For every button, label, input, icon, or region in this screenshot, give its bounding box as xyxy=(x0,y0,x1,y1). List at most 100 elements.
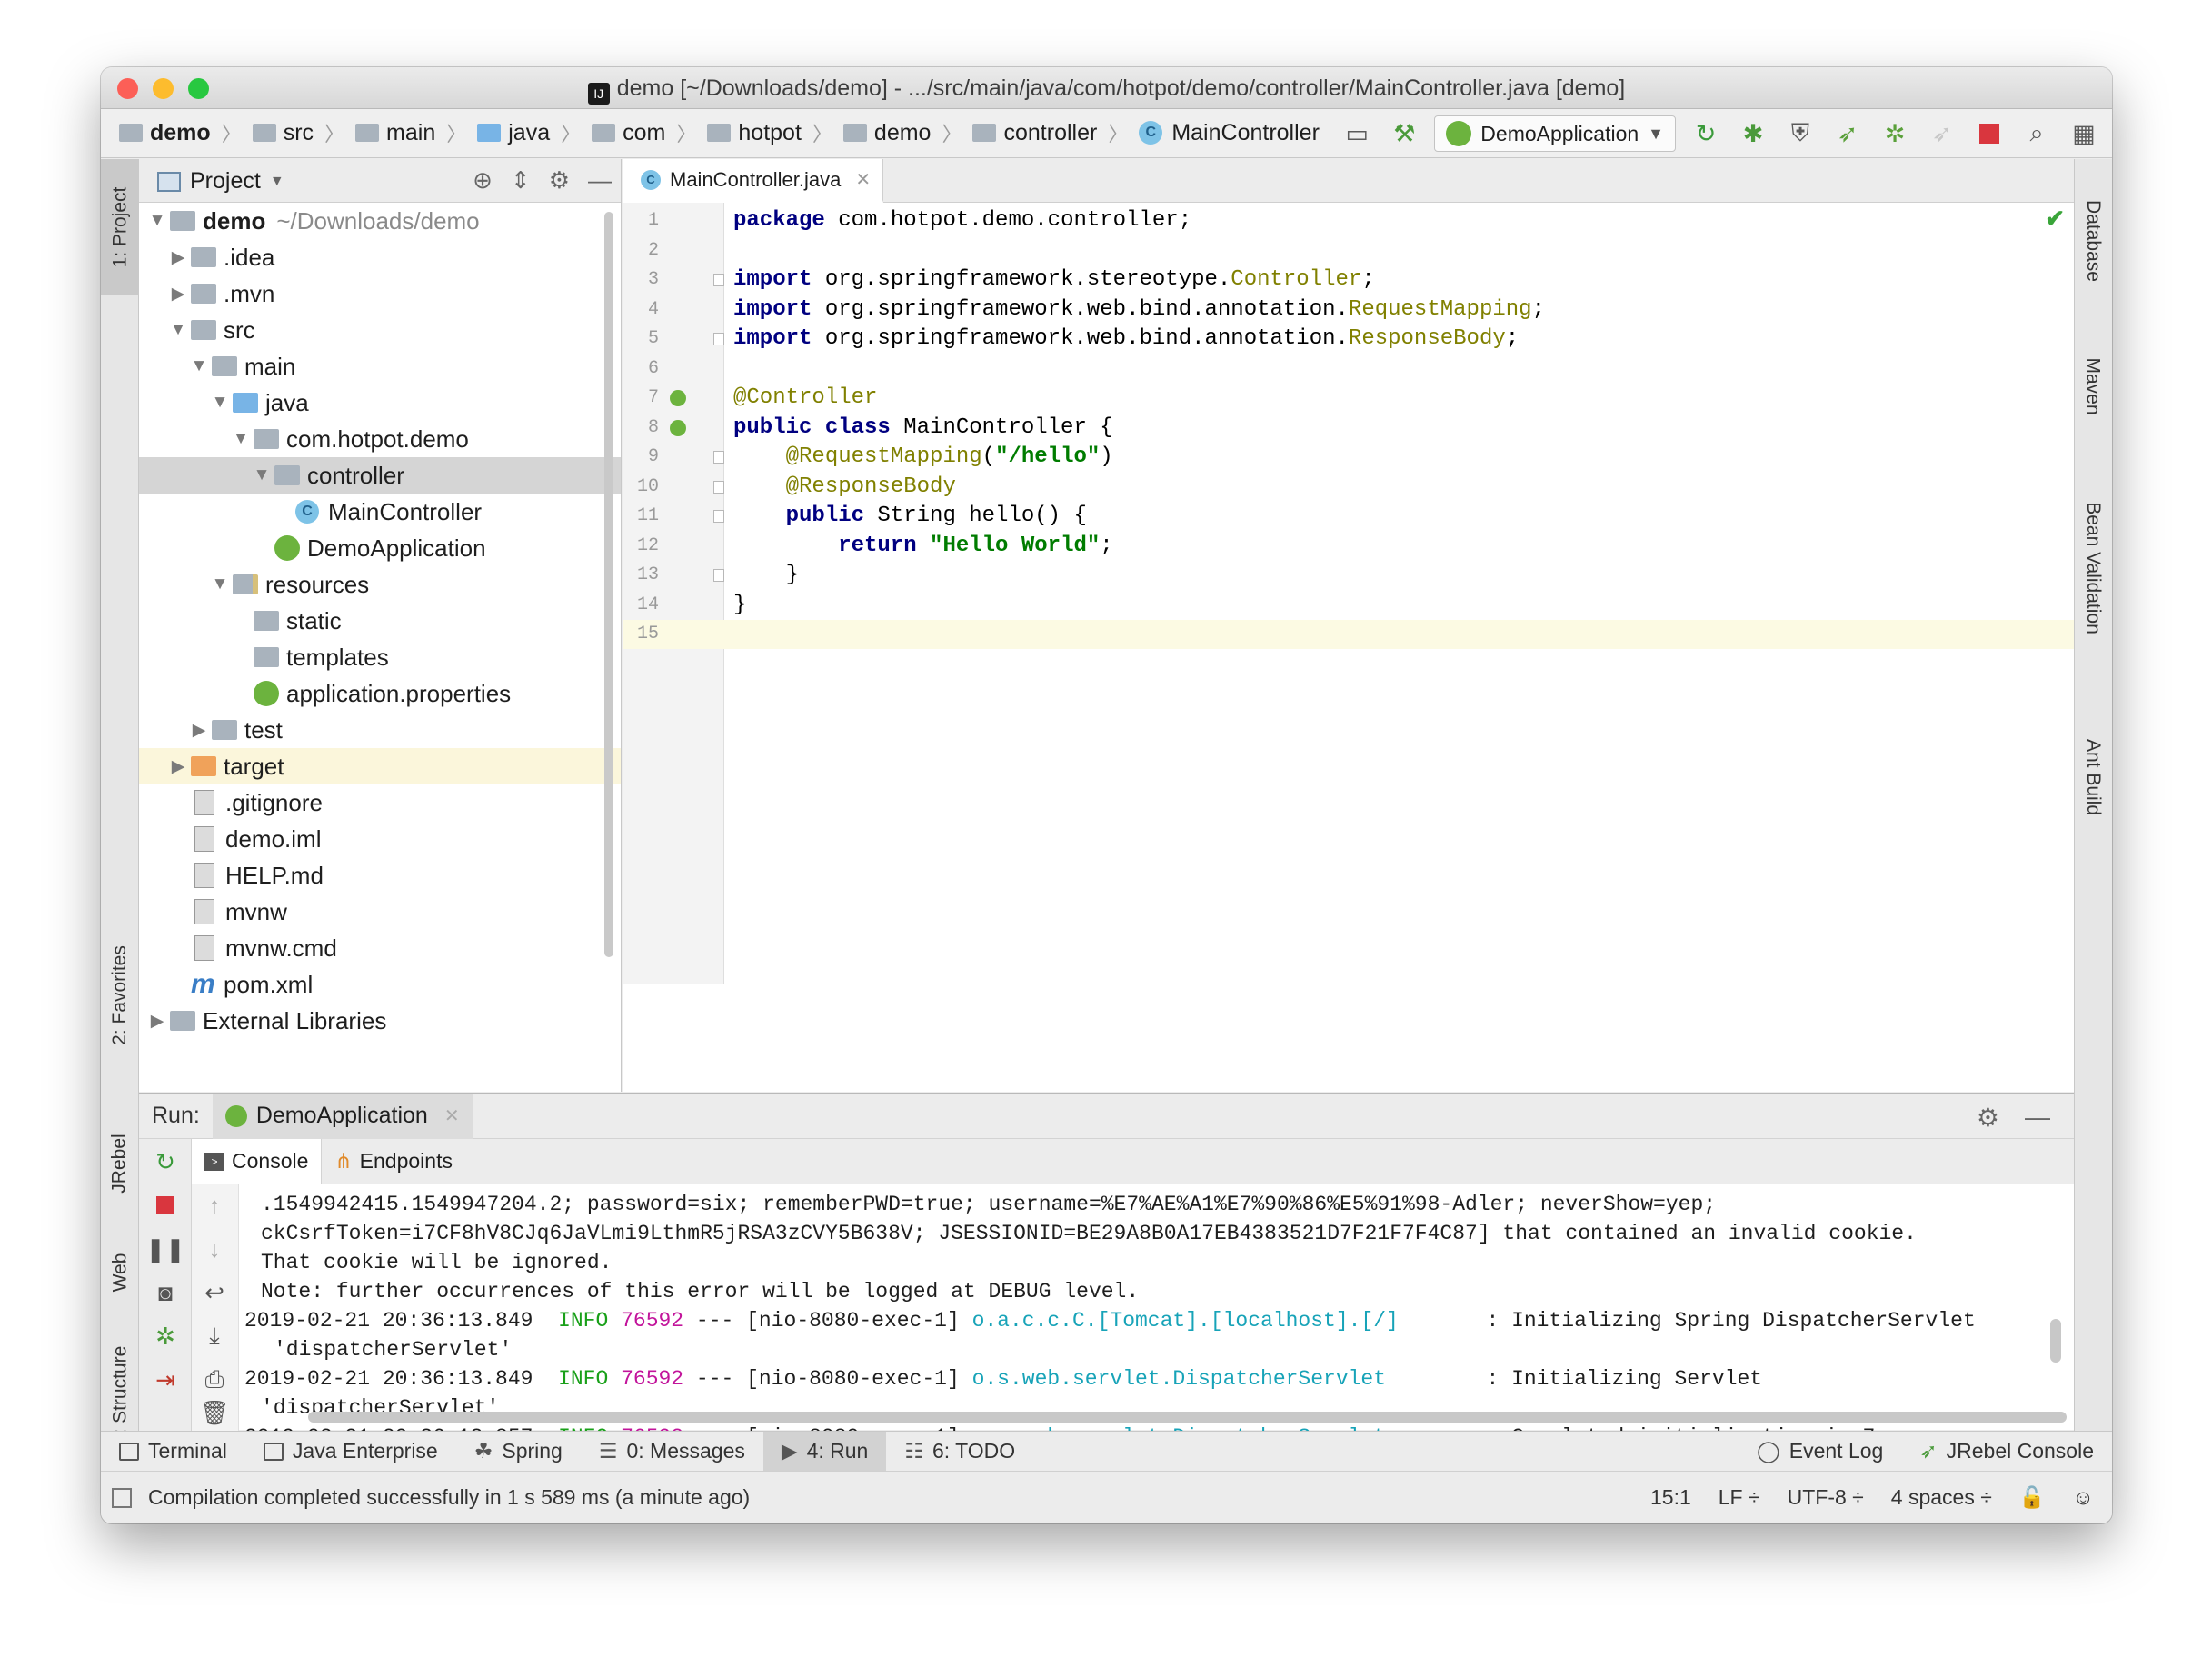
tab-project[interactable]: 1: Project xyxy=(101,159,139,295)
tree-item[interactable]: ▶ .mvn xyxy=(139,275,621,312)
code-line[interactable]: 4 import org.springframework.web.bind.ann… xyxy=(623,295,2074,325)
console-output[interactable]: .1549942415.1549947204.2; password=six; … xyxy=(239,1184,2047,1449)
collapsed-arrow-icon[interactable]: ▶ xyxy=(186,720,212,741)
tree-item[interactable]: C MainController xyxy=(139,494,621,530)
tree-item[interactable]: ▶ target xyxy=(139,748,621,784)
rerun-icon[interactable]: ↻ xyxy=(152,1148,179,1175)
tab-database[interactable]: Database xyxy=(2074,177,2112,305)
exit-icon[interactable]: ⇥ xyxy=(152,1366,179,1393)
code-line[interactable]: 6 xyxy=(623,355,2074,384)
fold-marker-icon[interactable] xyxy=(713,333,724,345)
breadcrumb-item[interactable]: demo 〉 xyxy=(842,118,973,147)
update-application-icon[interactable]: ✲ xyxy=(152,1323,179,1350)
run-class-gutter-icon[interactable] xyxy=(670,419,686,436)
expanded-arrow-icon[interactable]: ▼ xyxy=(207,393,233,413)
code-line[interactable]: 3 import org.springframework.stereotype.C… xyxy=(623,265,2074,295)
breadcrumb-item[interactable]: java 〉 xyxy=(477,118,592,147)
tab-ant-build[interactable]: Ant Build xyxy=(2074,704,2112,850)
search-icon[interactable]: ⌕ xyxy=(2019,116,2054,151)
close-tab-icon[interactable]: ✕ xyxy=(444,1104,460,1127)
open-terminal-icon[interactable]: ▭ xyxy=(1340,116,1374,151)
tree-item[interactable]: mvnw.cmd xyxy=(139,930,621,966)
tree-item[interactable]: ▶ test xyxy=(139,712,621,748)
collapsed-arrow-icon[interactable]: ▶ xyxy=(144,1011,170,1032)
tree-item[interactable]: .gitignore xyxy=(139,784,621,821)
run-configuration-select[interactable]: DemoApplication ▼ xyxy=(1434,115,1676,152)
tab-maven[interactable]: Maven xyxy=(2074,332,2112,441)
up-arrow-icon[interactable]: ↑ xyxy=(201,1192,228,1219)
code-line[interactable]: 5 import org.springframework.web.bind.ann… xyxy=(623,325,2074,354)
fold-marker-icon[interactable] xyxy=(713,569,724,582)
code-line[interactable]: 12 return "Hello World"; xyxy=(623,532,2074,561)
rerun-icon[interactable]: ↻ xyxy=(1689,116,1723,151)
code-line[interactable]: 11 public String hello() { xyxy=(623,502,2074,531)
code-line[interactable]: 9 @RequestMapping("/hello") xyxy=(623,443,2074,472)
tree-item[interactable]: ▼ main xyxy=(139,348,621,385)
print-icon[interactable]: ⎙ xyxy=(201,1365,228,1393)
expanded-arrow-icon[interactable]: ▼ xyxy=(207,574,233,594)
tree-item[interactable]: ▼ src xyxy=(139,312,621,348)
spring-bean-gutter-icon[interactable] xyxy=(670,390,686,406)
tab-messages[interactable]: ☰ 0: Messages xyxy=(581,1432,763,1472)
tree-item[interactable]: DemoApplication xyxy=(139,530,621,566)
tree-item[interactable]: ▼ resources xyxy=(139,566,621,603)
locate-icon[interactable]: ⊕ xyxy=(473,166,493,195)
tree-item[interactable]: m pom.xml xyxy=(139,966,621,1003)
pause-icon[interactable]: ❚❚ xyxy=(145,1235,185,1263)
fold-marker-icon[interactable] xyxy=(713,510,724,523)
tree-item[interactable]: mvnw xyxy=(139,894,621,930)
gear-icon[interactable]: ⚙ xyxy=(549,166,570,195)
tree-item[interactable]: templates xyxy=(139,639,621,675)
code-line[interactable]: 15 xyxy=(623,620,2074,649)
expanded-arrow-icon[interactable]: ▼ xyxy=(249,465,274,485)
tab-java-enterprise[interactable]: Java Enterprise xyxy=(245,1432,456,1472)
tab-jrebel-console[interactable]: ➶ JRebel Console xyxy=(1901,1432,2112,1472)
console-horizontal-scrollbar[interactable] xyxy=(308,1412,2067,1423)
code-line[interactable]: 7 @Controller xyxy=(623,384,2074,413)
breadcrumb-item[interactable]: main 〉 xyxy=(355,118,477,147)
expanded-arrow-icon[interactable]: ▼ xyxy=(165,320,191,340)
tree-item[interactable]: demo.iml xyxy=(139,821,621,857)
trash-icon[interactable]: 🗑 xyxy=(200,1399,230,1426)
fold-marker-icon[interactable] xyxy=(713,451,724,464)
tab-web[interactable]: Web xyxy=(101,1232,139,1313)
tree-item[interactable]: ▼ com.hotpot.demo xyxy=(139,421,621,457)
code-line[interactable]: 10 @ResponseBody xyxy=(623,473,2074,502)
stop-icon[interactable] xyxy=(1972,116,2007,151)
tab-endpoints[interactable]: ⋔ Endpoints xyxy=(322,1139,465,1184)
editor-tab-maincontroller[interactable]: C MainController.java ✕ xyxy=(623,159,883,203)
jrebel-debug-icon[interactable]: ✲ xyxy=(1878,116,1912,151)
tab-bean-validation[interactable]: Bean Validation xyxy=(2074,477,2112,659)
tab-event-log[interactable]: ◯ Event Log xyxy=(1739,1432,1901,1472)
breadcrumb-item[interactable]: src 〉 xyxy=(252,118,355,147)
stop-icon[interactable] xyxy=(152,1192,179,1219)
tree-item[interactable]: application.properties xyxy=(139,675,621,712)
close-tab-icon[interactable]: ✕ xyxy=(855,168,871,191)
line-separator[interactable]: LF ÷ xyxy=(1719,1485,1760,1510)
project-structure-icon[interactable]: ▦ xyxy=(2067,116,2101,151)
tree-scrollbar[interactable] xyxy=(604,212,613,957)
debug-bug-icon[interactable]: ✱ xyxy=(1736,116,1770,151)
breadcrumb-item[interactable]: demo 〉 xyxy=(119,118,253,147)
status-message[interactable]: Compilation completed successfully in 1 … xyxy=(148,1485,750,1510)
tab-console[interactable]: > Console xyxy=(192,1138,323,1184)
camera-icon[interactable]: ◙ xyxy=(152,1279,179,1306)
fold-marker-icon[interactable] xyxy=(713,480,724,494)
down-arrow-icon[interactable]: ↓ xyxy=(201,1235,228,1263)
collapse-all-icon[interactable]: ⇕ xyxy=(511,166,531,195)
gear-icon[interactable]: ⚙ xyxy=(1977,1103,1999,1133)
collapsed-arrow-icon[interactable]: ▶ xyxy=(165,247,191,268)
collapsed-arrow-icon[interactable]: ▶ xyxy=(165,756,191,777)
jrebel-run-icon[interactable]: ➶ xyxy=(1830,116,1865,151)
scroll-to-end-icon[interactable]: ⤓ xyxy=(201,1322,228,1350)
tab-spring[interactable]: ☘ Spring xyxy=(456,1432,581,1472)
code-area[interactable]: 1 package com.hotpot.demo.controller; 2 3 im… xyxy=(623,203,2074,984)
console-vertical-scrollbar[interactable] xyxy=(2050,1319,2061,1363)
tree-item[interactable]: ▶ External Libraries xyxy=(139,1003,621,1039)
tab-todo[interactable]: ☷ 6: TODO xyxy=(886,1432,1033,1472)
tab-run[interactable]: ▶ 4: Run xyxy=(762,1431,887,1472)
lock-icon[interactable]: 🔓 xyxy=(2019,1485,2046,1510)
file-encoding[interactable]: UTF-8 ÷ xyxy=(1788,1485,1864,1510)
hide-icon[interactable]: — xyxy=(588,166,612,195)
caret-position[interactable]: 15:1 xyxy=(1650,1485,1691,1510)
